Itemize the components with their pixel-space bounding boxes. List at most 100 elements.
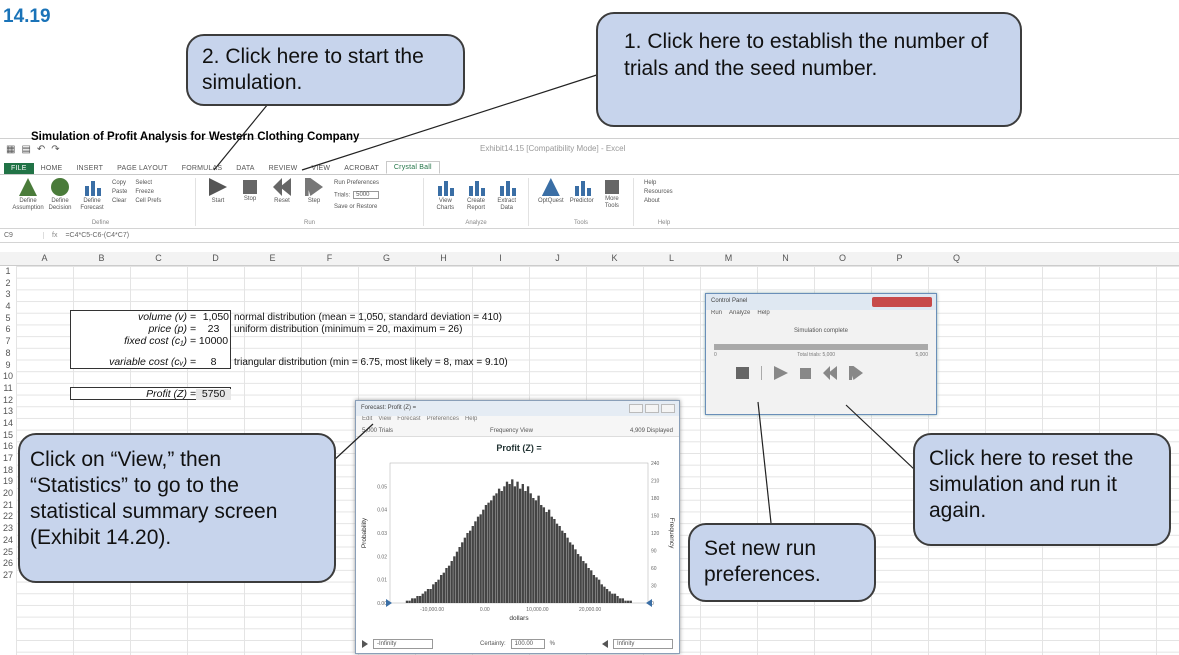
tab-file[interactable]: FILE <box>4 163 34 174</box>
optquest-button[interactable]: OptQuest <box>538 178 564 205</box>
right-grabber-icon[interactable] <box>602 640 608 648</box>
about-button[interactable]: About <box>644 198 673 204</box>
row-header[interactable]: 23 <box>0 523 16 535</box>
column-header-g[interactable]: G <box>358 253 415 263</box>
row-header[interactable]: 1 <box>0 266 16 278</box>
save-restore-button[interactable]: Save or Restore <box>334 204 379 210</box>
row-header[interactable]: 18 <box>0 465 16 477</box>
column-header-j[interactable]: J <box>529 253 586 263</box>
row-header[interactable]: 25 <box>0 547 16 559</box>
row-header[interactable]: 13 <box>0 406 16 418</box>
column-header-c[interactable]: C <box>130 253 187 263</box>
row-header[interactable]: 5 <box>0 313 16 325</box>
start-icon[interactable] <box>774 366 788 380</box>
left-certainty-input[interactable]: -Infinity <box>373 639 433 649</box>
tab-home[interactable]: HOME <box>34 163 70 174</box>
row-header[interactable]: 14 <box>0 418 16 430</box>
clear-button[interactable]: Clear <box>112 198 127 204</box>
define-forecast-button[interactable]: Define Forecast <box>79 178 105 212</box>
row-header[interactable]: 12 <box>0 395 16 407</box>
column-header-l[interactable]: L <box>643 253 700 263</box>
save-icon[interactable]: ▤ <box>21 144 30 155</box>
tab-formulas[interactable]: FORMULAS <box>175 163 230 174</box>
select-button[interactable]: Select <box>135 180 161 186</box>
copy-button[interactable]: Copy <box>112 180 127 186</box>
row-header[interactable]: 27 <box>0 570 16 582</box>
row-header[interactable]: 20 <box>0 488 16 500</box>
tab-crystal-ball[interactable]: Crystal Ball <box>385 161 440 174</box>
step-icon[interactable] <box>849 366 863 380</box>
tab-acrobat[interactable]: ACROBAT <box>337 163 386 174</box>
row-header[interactable]: 26 <box>0 558 16 570</box>
row-header[interactable]: 21 <box>0 500 16 512</box>
row-header[interactable]: 8 <box>0 348 16 360</box>
column-header-h[interactable]: H <box>415 253 472 263</box>
redo-icon[interactable]: ↷ <box>51 144 59 155</box>
row-header[interactable]: 16 <box>0 441 16 453</box>
variable-cost-value[interactable]: 8 <box>196 357 231 368</box>
menu-view[interactable]: View <box>378 416 391 426</box>
column-header-i[interactable]: I <box>472 253 529 263</box>
row-header[interactable]: 7 <box>0 336 16 348</box>
column-header-f[interactable]: F <box>301 253 358 263</box>
tab-page-layout[interactable]: PAGE LAYOUT <box>110 163 175 174</box>
volume-value[interactable]: 1,050 <box>196 312 231 323</box>
certainty-input[interactable]: 100.00 <box>510 639 545 649</box>
menu-help[interactable]: Help <box>757 310 769 320</box>
extract-data-button[interactable]: Extract Data <box>494 178 519 212</box>
column-header-a[interactable]: A <box>16 253 73 263</box>
profit-value[interactable]: 5750 <box>196 389 231 400</box>
column-header-e[interactable]: E <box>244 253 301 263</box>
run-preferences-icon[interactable] <box>736 367 749 379</box>
right-certainty-input[interactable]: Infinity <box>613 639 673 649</box>
column-header-k[interactable]: K <box>586 253 643 263</box>
row-header[interactable]: 6 <box>0 324 16 336</box>
predictor-button[interactable]: Predictor <box>570 178 594 205</box>
row-header[interactable]: 4 <box>0 301 16 313</box>
window-buttons[interactable] <box>629 404 675 413</box>
define-assumption-button[interactable]: Define Assumption <box>12 178 44 212</box>
menu-help[interactable]: Help <box>465 416 477 426</box>
row-header[interactable]: 17 <box>0 453 16 465</box>
left-grabber-icon[interactable] <box>362 640 368 648</box>
reset-icon[interactable] <box>823 366 837 380</box>
resources-button[interactable]: Resources <box>644 189 673 195</box>
cell-prefs-button[interactable]: Cell Prefs <box>135 198 161 204</box>
tab-insert[interactable]: INSERT <box>69 163 110 174</box>
row-header[interactable]: 10 <box>0 371 16 383</box>
price-value[interactable]: 23 <box>196 324 231 335</box>
column-header-q[interactable]: Q <box>928 253 985 263</box>
run-preferences-button[interactable]: Run Preferences <box>334 180 379 186</box>
fixed-cost-value[interactable]: 10000 <box>196 336 231 347</box>
row-header[interactable]: 19 <box>0 476 16 488</box>
window-buttons[interactable] <box>872 297 932 307</box>
tab-data[interactable]: DATA <box>229 163 261 174</box>
name-box[interactable]: C9 <box>0 232 44 239</box>
view-charts-button[interactable]: View Charts <box>433 178 458 212</box>
menu-preferences[interactable]: Preferences <box>427 416 459 426</box>
formula-input[interactable]: =C4*C5-C6-(C4*C7) <box>65 232 129 239</box>
row-header[interactable]: 3 <box>0 289 16 301</box>
trials-input[interactable]: 5000 <box>353 191 380 199</box>
column-header-o[interactable]: O <box>814 253 871 263</box>
create-report-button[interactable]: Create Report <box>464 178 489 212</box>
menu-edit[interactable]: Edit <box>362 416 372 426</box>
menu-forecast[interactable]: Forecast <box>397 416 420 426</box>
column-header-m[interactable]: M <box>700 253 757 263</box>
column-header-n[interactable]: N <box>757 253 814 263</box>
column-header-b[interactable]: B <box>73 253 130 263</box>
undo-icon[interactable]: ↶ <box>37 144 45 155</box>
help-button[interactable]: Help <box>644 180 673 186</box>
column-header-p[interactable]: P <box>871 253 928 263</box>
paste-button[interactable]: Paste <box>112 189 127 195</box>
define-decision-button[interactable]: Define Decision <box>47 178 73 212</box>
reset-button[interactable]: Reset <box>269 178 295 205</box>
row-header[interactable]: 11 <box>0 383 16 395</box>
start-button[interactable]: Start <box>205 178 231 205</box>
more-tools-button[interactable]: More Tools <box>600 178 624 210</box>
stop-icon[interactable] <box>800 367 811 379</box>
step-button[interactable]: Step <box>301 178 327 205</box>
row-header[interactable]: 24 <box>0 535 16 547</box>
menu-run[interactable]: Run <box>711 310 722 320</box>
row-header[interactable]: 22 <box>0 511 16 523</box>
